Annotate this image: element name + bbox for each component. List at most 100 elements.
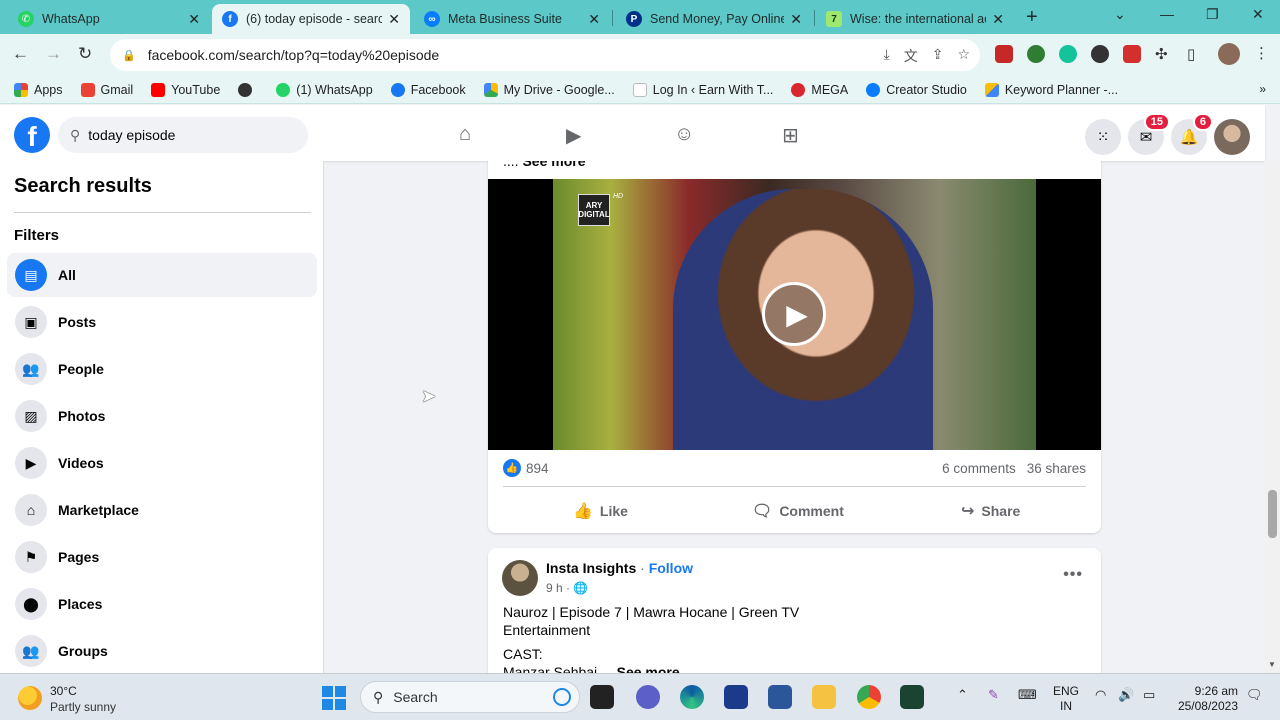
filter-photos[interactable]: ▨ Photos bbox=[7, 394, 317, 438]
post-timestamp[interactable]: 9 h · 🌐 bbox=[546, 581, 588, 595]
filter-groups[interactable]: 👥 Groups bbox=[7, 629, 317, 673]
lock-icon[interactable]: 🔒 bbox=[122, 49, 136, 62]
close-icon[interactable]: ✕ bbox=[188, 11, 200, 28]
windows-start-icon[interactable] bbox=[322, 686, 346, 710]
author-name[interactable]: Insta Insights bbox=[546, 560, 636, 576]
bookmark-whatsapp[interactable]: (1) WhatsApp bbox=[276, 82, 373, 97]
keyboard-icon[interactable]: ⌨ bbox=[1018, 687, 1037, 703]
notifications-button[interactable]: 🔔 6 bbox=[1171, 113, 1213, 155]
tab-meta-business[interactable]: ∞ Meta Business Suite ✕ bbox=[414, 4, 610, 34]
more-bookmarks-icon[interactable]: » bbox=[1259, 82, 1266, 96]
groups-icon[interactable]: ☺ bbox=[674, 123, 694, 146]
tab-whatsapp[interactable]: ✆ WhatsApp ✕ bbox=[8, 4, 210, 34]
share-button[interactable]: ↪ Share bbox=[961, 496, 1020, 526]
language-indicator[interactable]: ENG IN bbox=[1053, 684, 1079, 714]
scrollbar[interactable] bbox=[1265, 161, 1280, 673]
bookmark-keyword-planner[interactable]: Keyword Planner -... bbox=[984, 82, 1118, 97]
chrome-menu-icon[interactable]: ⋮ bbox=[1254, 44, 1269, 62]
tab-search-chevron-icon[interactable]: ⌄ bbox=[1114, 6, 1126, 23]
play-button[interactable]: ▶ bbox=[762, 282, 826, 346]
restore-button[interactable]: ❐ bbox=[1206, 6, 1219, 23]
bing-icon[interactable] bbox=[553, 688, 571, 706]
chrome-icon[interactable] bbox=[857, 685, 881, 709]
like-button[interactable]: 👍 Like bbox=[573, 496, 628, 526]
share-icon[interactable]: ⇪ bbox=[932, 46, 944, 66]
extension-globe-icon[interactable] bbox=[1027, 45, 1045, 63]
bookmark-google-drive[interactable]: My Drive - Google... bbox=[483, 82, 615, 97]
video-player[interactable]: ARY DIGITAL HD ▶ bbox=[488, 179, 1101, 450]
bookmark-youtube[interactable]: YouTube bbox=[151, 82, 220, 97]
forward-button[interactable]: → bbox=[45, 44, 62, 64]
filter-videos[interactable]: ▶ Videos bbox=[7, 441, 317, 485]
install-icon[interactable]: ⤓ bbox=[884, 46, 890, 66]
bookmark-facebook[interactable]: Facebook bbox=[390, 82, 466, 97]
notification-center-icon[interactable]: 🗨 bbox=[1246, 687, 1263, 703]
tab-paypal[interactable]: P Send Money, Pay Online ✕ bbox=[616, 4, 812, 34]
taskbar-search[interactable]: ⚲ Search bbox=[360, 681, 580, 713]
facebook-search-input[interactable]: ⚲ today episode bbox=[58, 117, 308, 153]
filter-all[interactable]: ▤ All bbox=[7, 253, 317, 297]
close-icon[interactable]: ✕ bbox=[790, 11, 802, 28]
see-more-link[interactable]: See more bbox=[522, 161, 585, 169]
task-view-icon[interactable] bbox=[590, 685, 614, 709]
extension-tr-icon[interactable] bbox=[1091, 45, 1109, 63]
wifi-icon[interactable]: ◠ bbox=[1095, 687, 1106, 703]
author-avatar[interactable] bbox=[502, 560, 538, 596]
extensions-puzzle-icon[interactable]: ✣ bbox=[1155, 45, 1168, 63]
close-icon[interactable]: ✕ bbox=[388, 11, 400, 28]
pen-icon[interactable]: ✎ bbox=[988, 687, 999, 703]
bookmark-apps[interactable]: Apps bbox=[14, 82, 63, 97]
comments-count[interactable]: 6 comments bbox=[942, 461, 1016, 476]
notepad-icon[interactable] bbox=[768, 685, 792, 709]
filter-places[interactable]: ⬤ Places bbox=[7, 582, 317, 626]
comment-button[interactable]: 🗨 Comment bbox=[752, 496, 844, 526]
close-icon[interactable]: ✕ bbox=[588, 11, 600, 28]
menu-grid-button[interactable]: ⁙ bbox=[1085, 119, 1121, 155]
scroll-down-arrow-icon[interactable]: ▼ bbox=[1268, 660, 1276, 669]
see-more-link[interactable]: See more bbox=[617, 664, 680, 673]
extension-tubebuddy-icon[interactable] bbox=[1123, 45, 1141, 63]
show-hidden-icons-chevron-icon[interactable]: ⌃ bbox=[957, 687, 968, 703]
shares-count[interactable]: 36 shares bbox=[1027, 461, 1086, 476]
back-button[interactable]: ← bbox=[12, 44, 29, 64]
bookmark-globe[interactable] bbox=[238, 82, 258, 97]
filter-pages[interactable]: ⚑ Pages bbox=[7, 535, 317, 579]
address-bar[interactable]: 🔒 facebook.com/search/top?q=today%20epis… bbox=[110, 39, 980, 71]
follow-button[interactable]: Follow bbox=[649, 560, 693, 576]
filmora-icon[interactable] bbox=[900, 685, 924, 709]
gaming-icon[interactable]: ⊞ bbox=[782, 123, 799, 148]
file-explorer-icon[interactable] bbox=[812, 685, 836, 709]
reactions-summary[interactable]: 👍 894 bbox=[503, 459, 549, 477]
extension-pdf-icon[interactable] bbox=[995, 45, 1013, 63]
app-icon[interactable] bbox=[724, 685, 748, 709]
volume-icon[interactable]: 🔊 bbox=[1118, 687, 1134, 703]
weather-description[interactable]: Partly sunny bbox=[50, 700, 116, 714]
bookmark-gmail[interactable]: Gmail bbox=[80, 82, 133, 97]
teams-chat-icon[interactable] bbox=[636, 685, 660, 709]
tab-wise[interactable]: 7 Wise: the international ac ✕ bbox=[816, 4, 1014, 34]
weather-temperature[interactable]: 30°C bbox=[50, 684, 77, 698]
new-tab-button[interactable]: + bbox=[1026, 6, 1038, 29]
system-clock[interactable]: 9:26 am 25/08/2023 bbox=[1176, 684, 1238, 714]
account-avatar[interactable] bbox=[1214, 119, 1250, 155]
close-icon[interactable]: ✕ bbox=[992, 11, 1004, 28]
bookmark-earn-with[interactable]: Log In ‹ Earn With T... bbox=[632, 82, 773, 97]
bookmark-creator-studio[interactable]: Creator Studio bbox=[866, 82, 967, 97]
filter-posts[interactable]: ▣ Posts bbox=[7, 300, 317, 344]
translate-icon[interactable]: 文 bbox=[904, 46, 918, 66]
messenger-button[interactable]: ✉ 15 bbox=[1128, 113, 1170, 155]
profile-avatar[interactable] bbox=[1218, 43, 1240, 65]
edge-icon[interactable] bbox=[680, 685, 704, 709]
close-window-button[interactable]: ✕ bbox=[1252, 6, 1264, 23]
side-panel-icon[interactable]: ▯ bbox=[1187, 45, 1195, 63]
more-options-icon[interactable]: ••• bbox=[1063, 566, 1083, 584]
facebook-logo[interactable]: f bbox=[14, 117, 50, 153]
watch-icon[interactable]: ▶ bbox=[566, 123, 581, 148]
tab-facebook-search[interactable]: f (6) today episode - search ✕ bbox=[212, 4, 410, 34]
filter-marketplace[interactable]: ⌂ Marketplace bbox=[7, 488, 317, 532]
home-icon[interactable]: ⌂ bbox=[459, 123, 471, 146]
minimize-button[interactable]: — bbox=[1160, 6, 1174, 22]
extension-grammarly-icon[interactable] bbox=[1059, 45, 1077, 63]
bookmark-mega[interactable]: MEGA bbox=[791, 82, 848, 97]
filter-people[interactable]: 👥 People bbox=[7, 347, 317, 391]
